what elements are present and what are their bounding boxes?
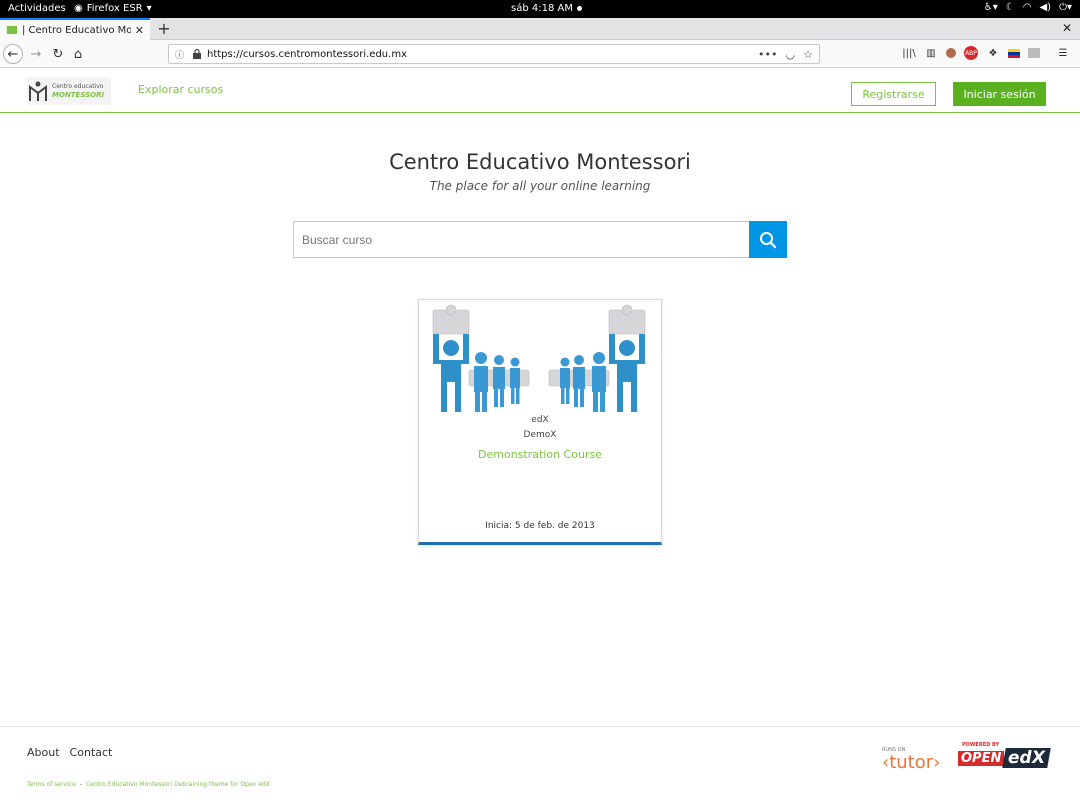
- footer-contact-link[interactable]: Contact: [70, 746, 113, 759]
- system-tray[interactable]: ♿▾ ☾ ◠ ◀) ⏻▾: [984, 2, 1072, 13]
- page-subtitle: The place for all your online learning: [429, 179, 651, 193]
- system-clock[interactable]: sáb 4:18 AM: [511, 3, 582, 14]
- montessori-logo-icon: [29, 81, 47, 101]
- search-input[interactable]: [293, 221, 749, 258]
- openedx-badge[interactable]: POWERED BY OPEN edX: [958, 742, 1054, 778]
- tab-title: | Centro Educativo Monte: [22, 24, 131, 36]
- tab-close-icon[interactable]: ✕: [135, 24, 144, 37]
- toolbar-icons: |||\ ▥ ABP ❖ ☰: [902, 46, 1070, 60]
- terms-link[interactable]: Terms of service: [27, 781, 76, 788]
- openedx-open-word: OPEN: [958, 750, 1005, 766]
- footer-links: About Contact: [27, 746, 112, 759]
- notification-dot-icon: [576, 6, 582, 11]
- openedx-edx-word: edX: [1002, 748, 1051, 768]
- firefox-icon: ◉: [74, 3, 83, 14]
- back-button[interactable]: ←: [3, 44, 23, 64]
- footer-legal: Terms of service - Centro Educativo Mont…: [27, 781, 270, 788]
- nav-toolbar: ← → ↻ ⌂ ⓘ https://cursos.centromontessor…: [0, 40, 1080, 68]
- app-menu[interactable]: ◉ Firefox ESR ▾: [74, 3, 152, 14]
- search-button[interactable]: [749, 221, 787, 258]
- lock-icon: [193, 48, 201, 59]
- window-close-button[interactable]: ✕: [1062, 21, 1072, 35]
- power-icon: ⏻▾: [1059, 2, 1072, 13]
- activities-button[interactable]: Actividades: [8, 3, 66, 14]
- clock-label: sáb 4:18 AM: [511, 3, 573, 14]
- system-top-bar: Actividades ◉ Firefox ESR ▾ sáb 4:18 AM …: [0, 0, 1080, 18]
- extension-puzzle-icon[interactable]: ❖: [986, 46, 1000, 60]
- tutor-badge[interactable]: RUNS ON ‹tutor›: [882, 747, 954, 775]
- volume-icon: ◀): [1039, 2, 1052, 13]
- night-light-icon: ☾: [1005, 2, 1015, 13]
- register-button[interactable]: Registrarse: [851, 82, 936, 106]
- footer-about-link[interactable]: About: [27, 746, 60, 759]
- openedx-logo: OPEN edX: [958, 748, 1054, 768]
- chevron-down-icon: ▾: [146, 3, 152, 14]
- hamburger-menu-icon[interactable]: ☰: [1056, 46, 1070, 60]
- theme-credit-link[interactable]: Centro Educativo Montessori Debraining t…: [86, 781, 270, 788]
- course-org: edX: [531, 415, 549, 425]
- page-title: Centro Educativo Montessori: [389, 150, 691, 174]
- app-menu-label: Firefox ESR: [86, 3, 143, 14]
- site-info-icon[interactable]: ⓘ: [175, 48, 191, 61]
- reload-button[interactable]: ↻: [48, 44, 68, 64]
- tutor-logo: ‹tutor›: [882, 752, 941, 773]
- logo-text: Centro educativo MONTESSORI: [52, 83, 104, 100]
- extension-avatar-icon[interactable]: [946, 48, 956, 58]
- tab-active[interactable]: | Centro Educativo Monte ✕: [0, 18, 150, 40]
- bookmark-star-icon[interactable]: ☆: [803, 48, 813, 61]
- course-card[interactable]: edX DemoX Demonstration Course Inicia: 5…: [418, 299, 662, 545]
- page-actions-icon[interactable]: •••: [758, 48, 777, 61]
- course-start-date: Inicia: 5 de feb. de 2013: [485, 521, 595, 531]
- sidebar-icon[interactable]: ▥: [924, 46, 938, 60]
- signin-button[interactable]: Iniciar sesión: [953, 82, 1046, 106]
- course-search: [293, 221, 787, 258]
- home-button[interactable]: ⌂: [68, 44, 88, 64]
- flag-extension-icon[interactable]: [1008, 48, 1020, 58]
- url-actions: ••• ◡ ☆: [758, 48, 813, 61]
- accessibility-icon: ♿▾: [983, 2, 998, 13]
- tab-strip: | Centro Educativo Monte ✕ + ✕: [0, 18, 1080, 40]
- footer-separator: -: [79, 781, 82, 788]
- url-text: https://cursos.centromontessori.edu.mx: [207, 48, 407, 60]
- adblock-icon[interactable]: ABP: [964, 46, 978, 60]
- course-title-link[interactable]: Demonstration Course: [419, 448, 661, 461]
- url-bar[interactable]: ⓘ https://cursos.centromontessori.edu.mx…: [168, 44, 820, 64]
- site-logo[interactable]: Centro educativo MONTESSORI: [27, 77, 111, 105]
- explore-courses-link[interactable]: Explorar cursos: [138, 83, 223, 96]
- wifi-icon: ◠: [1022, 2, 1032, 13]
- site-footer: About Contact Terms of service - Centro …: [0, 726, 1080, 810]
- new-tab-button[interactable]: +: [156, 19, 172, 38]
- search-icon: [760, 231, 777, 248]
- site-favicon-icon: [7, 26, 17, 34]
- course-image: [432, 304, 646, 412]
- course-number: DemoX: [523, 430, 557, 440]
- extension-gray-icon[interactable]: [1028, 48, 1040, 58]
- forward-button[interactable]: →: [26, 44, 46, 64]
- logo-line1: Centro educativo: [52, 82, 104, 90]
- site-header: Centro educativo MONTESSORI Explorar cur…: [0, 68, 1080, 113]
- pocket-icon[interactable]: ◡: [786, 48, 796, 61]
- library-icon[interactable]: |||\: [902, 46, 916, 60]
- logo-line2: MONTESSORI: [52, 90, 105, 99]
